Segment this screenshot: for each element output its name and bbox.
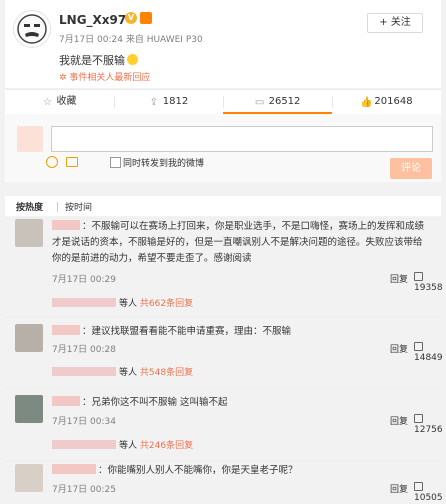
topic-link[interactable]: ✲ 事件相关人最新回应	[59, 70, 150, 83]
more-count: 共662条回复	[139, 299, 194, 309]
avatar[interactable]	[15, 464, 43, 492]
share-button[interactable]: ⇪ 1812	[114, 90, 223, 114]
like-button[interactable]: 👍 201648	[332, 90, 441, 114]
more-replies-link[interactable]: 等人 共662条回复	[52, 296, 193, 309]
thumbs-up-icon	[414, 272, 423, 281]
post-meta: 7月17日 00:24 来自 HUAWEI P30	[59, 35, 203, 45]
comment-like-button[interactable]: 19358	[414, 272, 443, 293]
like-count: 201648	[374, 96, 413, 107]
favorite-button[interactable]: ☆ 收藏	[5, 90, 114, 114]
reply-names	[52, 298, 116, 307]
post-username[interactable]: LNG_Xx97	[59, 13, 126, 27]
comment-like-count: 12756	[414, 425, 443, 435]
comment-like-count: 19358	[414, 283, 443, 293]
post-text-body: 我就是不服输	[59, 54, 125, 67]
share-checkbox-label: 同时转发到我的微博	[123, 159, 205, 169]
avatar[interactable]	[15, 324, 43, 352]
avatar[interactable]	[15, 219, 43, 247]
current-user-avatar	[17, 126, 43, 152]
topic-label: 事件相关人最新回应	[69, 73, 151, 83]
smile-emoji-icon	[127, 54, 138, 65]
comment-text: ：不服输可以在赛场上打回来，你是职业选手，不是口嗨怪，赛场上的发挥和成绩才是说话…	[52, 219, 430, 267]
member-level-icon	[140, 12, 152, 24]
emoji-icon[interactable]	[46, 156, 58, 168]
more-count: 共548条回复	[139, 368, 194, 378]
thumbs-up-icon	[414, 482, 423, 491]
comment-input[interactable]	[51, 126, 433, 152]
comment-icon: ▭	[254, 97, 265, 108]
comment-time: 7月17日 00:28	[52, 345, 116, 355]
meme-face-icon	[17, 14, 47, 44]
sort-by-hot[interactable]: 按热度	[16, 200, 43, 213]
comment-body: ：兄弟你这不叫不服输 这叫输不起	[82, 397, 228, 408]
commenter-name[interactable]	[52, 220, 80, 230]
comment-like-button[interactable]: 12756	[414, 414, 443, 435]
reply-button[interactable]: 回复	[390, 272, 408, 285]
reply-button[interactable]: 回复	[390, 342, 408, 355]
weibo-post-page: LNG_Xx97 V 7月17日 00:24 来自 HUAWEI P30 + 关…	[0, 0, 446, 503]
verified-icon: V	[125, 12, 137, 24]
share-checkbox[interactable]	[110, 157, 121, 168]
reply-names	[52, 367, 116, 376]
comment-text: ：兄弟你这不叫不服输 这叫输不起	[52, 395, 430, 411]
comment-body: ：不服输可以在赛场上打回来，你是职业选手，不是口嗨怪，赛场上的发挥和成绩才是说话…	[52, 221, 425, 264]
avatar[interactable]	[15, 395, 43, 423]
list-item: ：你能嘴别人别人不能嘴你，你是天皇老子呢？ 7月17日 00:25 回复 105…	[5, 461, 443, 504]
more-count: 共246条回复	[139, 441, 194, 451]
thumbs-up-icon: 👍	[360, 97, 373, 108]
comment-time: 7月17日 00:25	[52, 485, 116, 495]
reply-names	[52, 440, 116, 449]
comment-button[interactable]: ▭ 26512	[223, 90, 332, 114]
star-icon: ☆	[43, 97, 52, 108]
commenter-name[interactable]	[52, 325, 80, 335]
comment-text: ：你能嘴别人别人不能嘴你，你是天皇老子呢？	[52, 463, 430, 479]
comment-composer	[5, 114, 441, 182]
commenter-name[interactable]	[52, 464, 96, 474]
more-replies-link[interactable]: 等人 共548条回复	[52, 365, 193, 378]
avatar[interactable]	[13, 10, 51, 48]
comment-like-button[interactable]: 14849	[414, 342, 443, 363]
comment-like-count: 14849	[414, 353, 443, 363]
topic-icon: ✲	[59, 73, 67, 83]
submit-comment-button[interactable]: 评论	[390, 158, 432, 179]
comment-body: ：建议找联盟看看能不能申请重赛，理由：不服输	[82, 326, 292, 337]
thumbs-up-icon	[414, 342, 423, 351]
image-icon[interactable]	[66, 157, 78, 167]
favorite-label: 收藏	[56, 96, 77, 107]
sort-by-time[interactable]: 按时间	[65, 200, 92, 213]
post-text: 我就是不服输	[59, 52, 138, 68]
commenter-name[interactable]	[52, 396, 80, 406]
reply-button[interactable]: 回复	[390, 482, 408, 495]
action-bar: ☆ 收藏 ⇪ 1812 ▭ 26512 👍 201648	[5, 89, 441, 115]
thumbs-up-icon	[414, 414, 423, 423]
more-prefix: 等人	[119, 299, 138, 309]
follow-button[interactable]: + 关注	[367, 13, 423, 33]
list-item: ：不服输可以在赛场上打回来，你是职业选手，不是口嗨怪，赛场上的发挥和成绩才是说话…	[5, 218, 443, 313]
reply-button[interactable]: 回复	[390, 414, 408, 427]
sort-bar: 按热度 按时间	[5, 196, 441, 216]
comment-like-count: 10505	[414, 493, 443, 503]
divider	[57, 202, 58, 212]
comment-body: ：你能嘴别人别人不能嘴你，你是天皇老子呢？	[98, 465, 298, 476]
more-replies-link[interactable]: 等人 共246条回复	[52, 438, 193, 451]
comment-text: ：建议找联盟看看能不能申请重赛，理由：不服输	[52, 324, 430, 340]
comment-time: 7月17日 00:34	[52, 417, 116, 427]
post-card: LNG_Xx97 V 7月17日 00:24 来自 HUAWEI P30 + 关…	[5, 0, 441, 89]
more-prefix: 等人	[119, 441, 138, 451]
comment-time: 7月17日 00:29	[52, 275, 116, 285]
comment-count: 26512	[268, 96, 301, 107]
share-icon: ⇪	[149, 97, 158, 108]
comment-like-button[interactable]: 10505	[414, 482, 443, 503]
list-item: ：兄弟你这不叫不服输 这叫输不起 7月17日 00:34 回复 12756 等人…	[5, 388, 443, 459]
share-count: 1812	[162, 96, 189, 107]
more-prefix: 等人	[119, 368, 138, 378]
list-item: ：建议找联盟看看能不能申请重赛，理由：不服输 7月17日 00:28 回复 14…	[5, 317, 443, 384]
